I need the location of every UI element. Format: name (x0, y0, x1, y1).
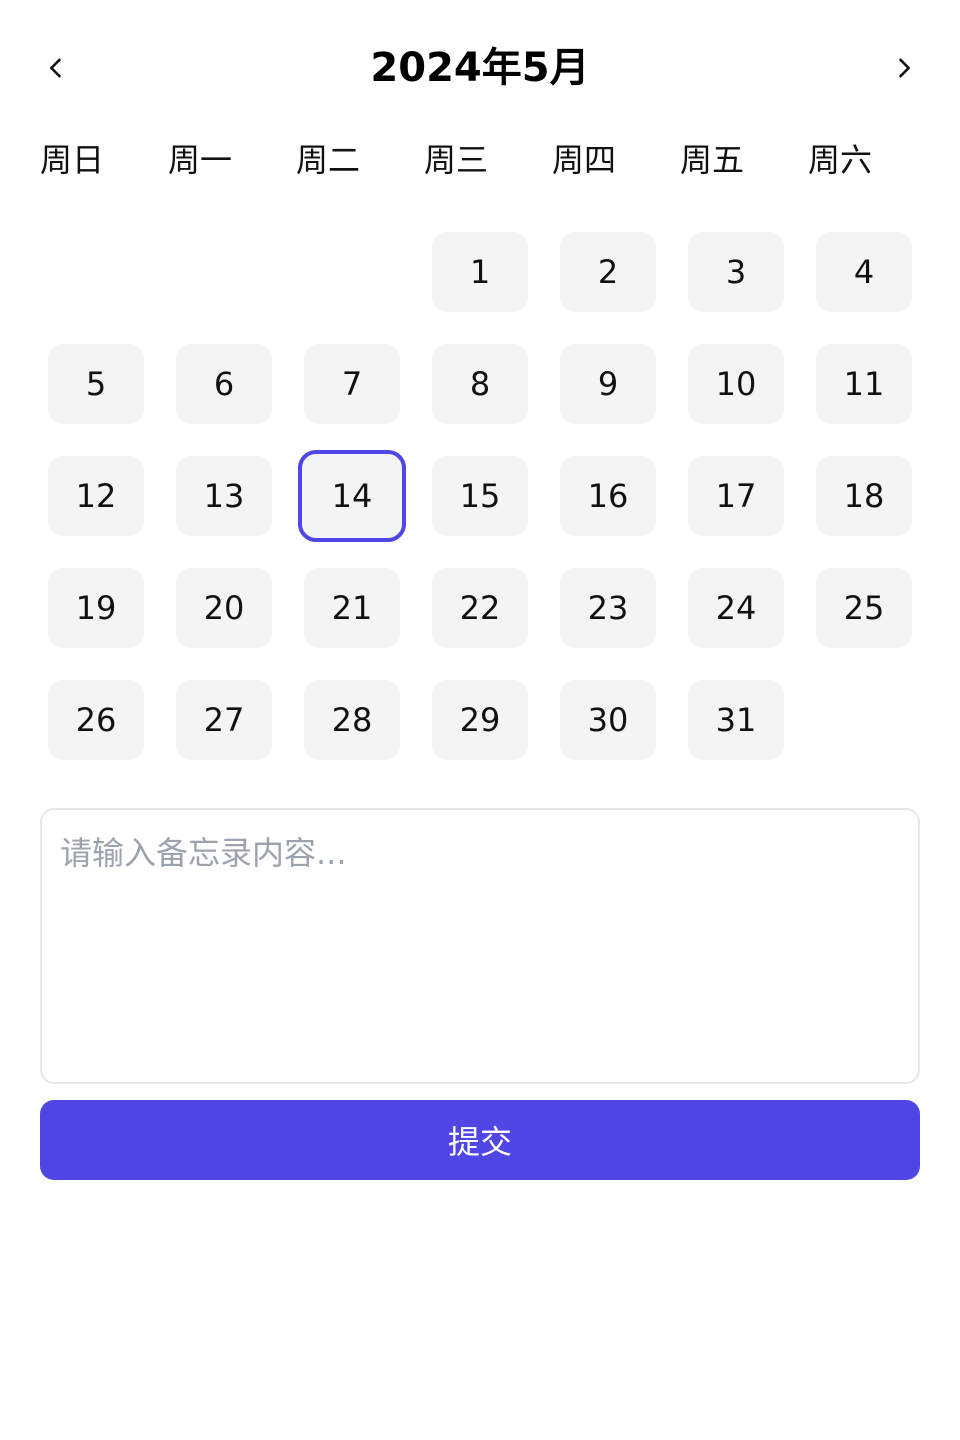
calendar-day-grid: 1 2 3 4 5 6 7 8 9 10 11 12 13 14 15 16 17 18 19 20 21 22 23 24 2… (48, 232, 918, 772)
calendar-day[interactable]: 6 (176, 344, 272, 424)
calendar-day[interactable]: 30 (560, 680, 656, 760)
calendar-day[interactable]: 29 (432, 680, 528, 760)
calendar-day[interactable]: 16 (560, 456, 656, 536)
calendar-day[interactable]: 3 (688, 232, 784, 312)
calendar-day[interactable]: 31 (688, 680, 784, 760)
weekday-label: 周日 (40, 141, 105, 179)
calendar-day[interactable]: 4 (816, 232, 912, 312)
weekday-label: 周二 (296, 141, 361, 179)
calendar-day[interactable]: 19 (48, 568, 144, 648)
weekday-label: 周一 (168, 141, 233, 179)
calendar-header: 2024年5月 (0, 0, 960, 136)
chevron-right-icon (899, 58, 910, 78)
calendar-day[interactable]: 13 (176, 456, 272, 536)
weekday-label: 周六 (808, 141, 873, 179)
weekday-header-row: 周日 周一 周二 周三 周四 周五 周六 (40, 136, 936, 184)
month-title: 2024年5月 (370, 45, 590, 91)
calendar-day-selected[interactable]: 14 (298, 450, 406, 542)
weekday-label: 周四 (552, 141, 617, 179)
calendar-day[interactable]: 12 (48, 456, 144, 536)
calendar-day[interactable]: 2 (560, 232, 656, 312)
calendar-day[interactable]: 22 (432, 568, 528, 648)
calendar-memo-app: 2024年5月 周日 周一 周二 周三 周四 周五 周六 1 2 3 4 5 6 7 8 9 10… (0, 0, 960, 1440)
calendar-day[interactable]: 26 (48, 680, 144, 760)
calendar-day[interactable]: 18 (816, 456, 912, 536)
calendar-day[interactable]: 10 (688, 344, 784, 424)
calendar-day[interactable]: 7 (304, 344, 400, 424)
calendar-day[interactable]: 15 (432, 456, 528, 536)
calendar-day[interactable]: 20 (176, 568, 272, 648)
calendar-day[interactable]: 25 (816, 568, 912, 648)
calendar-day[interactable]: 24 (688, 568, 784, 648)
weekday-label: 周五 (680, 141, 745, 179)
submit-button[interactable]: 提交 (40, 1100, 920, 1180)
memo-input[interactable] (40, 808, 920, 1084)
calendar-day[interactable]: 11 (816, 344, 912, 424)
calendar-day[interactable]: 23 (560, 568, 656, 648)
calendar-day[interactable]: 28 (304, 680, 400, 760)
weekday-label: 周三 (424, 141, 489, 179)
calendar-day[interactable]: 27 (176, 680, 272, 760)
calendar-day[interactable]: 9 (560, 344, 656, 424)
calendar-day[interactable]: 17 (688, 456, 784, 536)
calendar-day[interactable]: 5 (48, 344, 144, 424)
calendar-day[interactable]: 21 (304, 568, 400, 648)
calendar-day[interactable]: 1 (432, 232, 528, 312)
calendar-day[interactable]: 8 (432, 344, 528, 424)
next-month-button[interactable] (880, 44, 928, 92)
